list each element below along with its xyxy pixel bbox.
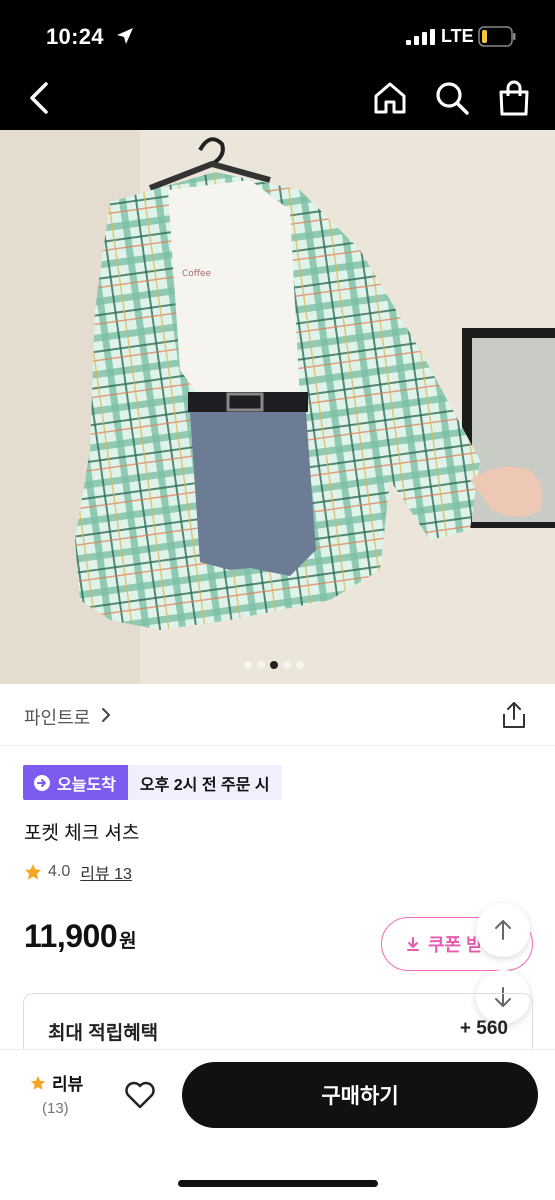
rating-value: 4.0 (48, 863, 71, 880)
price-currency: 원 (119, 931, 137, 952)
share-icon[interactable] (500, 700, 528, 730)
rating-row: 4.0 리뷰 13 (24, 860, 132, 884)
buy-button[interactable]: 구매하기 (182, 1062, 538, 1128)
product-image[interactable]: Coffee (0, 130, 555, 684)
delivery-badge-label: 오늘도착 (57, 776, 116, 794)
battery-icon (478, 26, 516, 47)
delivery-badge: 오늘도착 오후 2시 전 주문 시 (23, 765, 282, 800)
heart-icon[interactable] (124, 1079, 156, 1111)
coupon-label: 쿠폰 받 (428, 935, 483, 955)
product-title: 포켓 체크 셔츠 (24, 823, 140, 844)
location-arrow-icon (117, 28, 133, 44)
price-amount: 11,900 (24, 918, 118, 954)
reward-value: + 560 (459, 1018, 508, 1039)
status-time: 10:24 (46, 24, 104, 49)
scroll-top-button[interactable] (476, 903, 530, 957)
today-delivery-tag: 오늘도착 (23, 765, 128, 800)
pagination-dot[interactable] (257, 661, 265, 669)
pagination-dot[interactable] (296, 661, 304, 669)
brand-link[interactable]: 파인트로 (24, 704, 90, 730)
brand-row: 파인트로 (0, 684, 555, 746)
star-icon (30, 1075, 46, 1090)
svg-text:Coffee: Coffee (182, 269, 212, 279)
home-indicator (178, 1180, 378, 1187)
delivery-condition: 오후 2시 전 주문 시 (127, 765, 282, 800)
pagination-dot-active[interactable] (270, 661, 278, 669)
bottom-review[interactable]: 리뷰 (30, 1070, 83, 1095)
download-icon (407, 937, 419, 951)
image-pagination (244, 661, 304, 669)
signal-icon (406, 29, 435, 45)
pagination-dot[interactable] (244, 661, 252, 669)
bottom-action-bar: 리뷰 (13) 구매하기 (0, 1050, 555, 1200)
chevron-right-icon[interactable] (100, 706, 112, 724)
top-bar: 10:24 LTE (0, 0, 555, 130)
price: 11,900 원 (24, 918, 137, 955)
delivery-arrow-icon (34, 774, 50, 791)
bottom-review-count: (13) (42, 1100, 69, 1117)
bottom-review-label: 리뷰 (52, 1075, 84, 1094)
search-icon[interactable] (434, 80, 470, 116)
plaid-shirt-photo: Coffee (0, 130, 555, 684)
review-count-link[interactable]: 리뷰 13 (80, 860, 132, 884)
reward-label: 최대 적립혜택 (48, 1023, 159, 1044)
chevron-left-icon[interactable] (24, 80, 56, 116)
shopping-bag-icon[interactable] (496, 79, 532, 117)
star-icon (25, 864, 41, 880)
network-label: LTE (441, 26, 474, 46)
home-icon[interactable] (372, 80, 408, 116)
arrow-up-icon (495, 920, 511, 940)
pagination-dot[interactable] (283, 661, 291, 669)
